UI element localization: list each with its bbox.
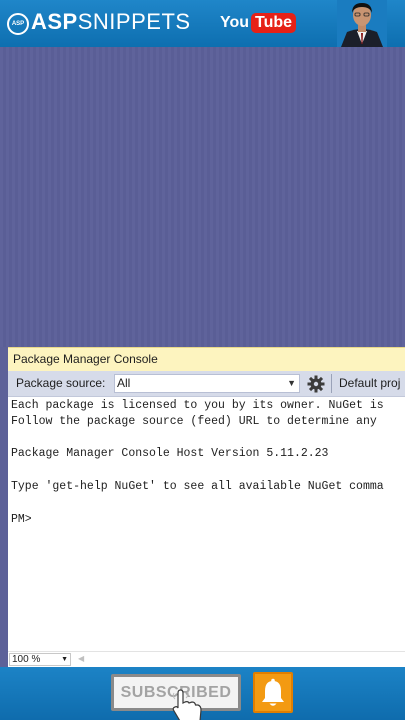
top-banner: ASP ASPSNIPPETS You Tube — [0, 0, 405, 47]
dropdown-arrow-icon: ▼ — [287, 378, 296, 388]
console-output[interactable]: Each package is licensed to you by its o… — [8, 397, 405, 649]
scroll-left-icon[interactable]: ◀ — [78, 654, 84, 663]
package-source-dropdown[interactable]: All ▼ — [114, 374, 300, 393]
console-status-bar: 100 % ▼ ◀ — [8, 651, 405, 667]
package-source-value: All — [117, 376, 131, 390]
package-manager-console: Package Manager Console Package source: … — [8, 347, 405, 667]
youtube-you-text: You — [220, 14, 250, 31]
youtube-logo: You Tube — [220, 11, 297, 35]
editor-background — [0, 47, 405, 347]
console-line: Each package is licensed to you by its o… — [11, 399, 384, 412]
gear-icon[interactable] — [306, 374, 326, 394]
bell-icon[interactable] — [253, 672, 293, 713]
console-line: Follow the package source (feed) URL to … — [11, 415, 377, 428]
package-source-label: Package source: — [16, 376, 106, 390]
presenter-avatar-icon — [337, 0, 387, 47]
youtube-tube-text: Tube — [251, 13, 297, 33]
console-title: Package Manager Console — [8, 347, 405, 371]
aspsnippets-logo: ASPSNIPPETS — [31, 9, 191, 35]
logo-bold-text: ASP — [31, 9, 78, 34]
default-project-label: Default proj — [339, 376, 401, 390]
dropdown-arrow-icon: ▼ — [61, 656, 68, 663]
pointer-hand-icon — [166, 689, 206, 720]
console-line: Package Manager Console Host Version 5.1… — [11, 447, 329, 460]
toolbar-separator — [331, 374, 332, 393]
console-toolbar: Package source: All ▼ Default proj — [8, 371, 405, 397]
console-line: Type 'get-help NuGet' to see all availab… — [11, 480, 384, 493]
zoom-dropdown[interactable]: 100 % ▼ — [9, 653, 71, 666]
bottom-bar: SUBSCRIBED — [0, 667, 405, 720]
aspsnippets-logo-badge: ASP — [7, 13, 29, 35]
zoom-value: 100 % — [12, 654, 41, 665]
logo-rest-text: SNIPPETS — [77, 9, 191, 34]
console-prompt: PM> — [11, 513, 32, 526]
